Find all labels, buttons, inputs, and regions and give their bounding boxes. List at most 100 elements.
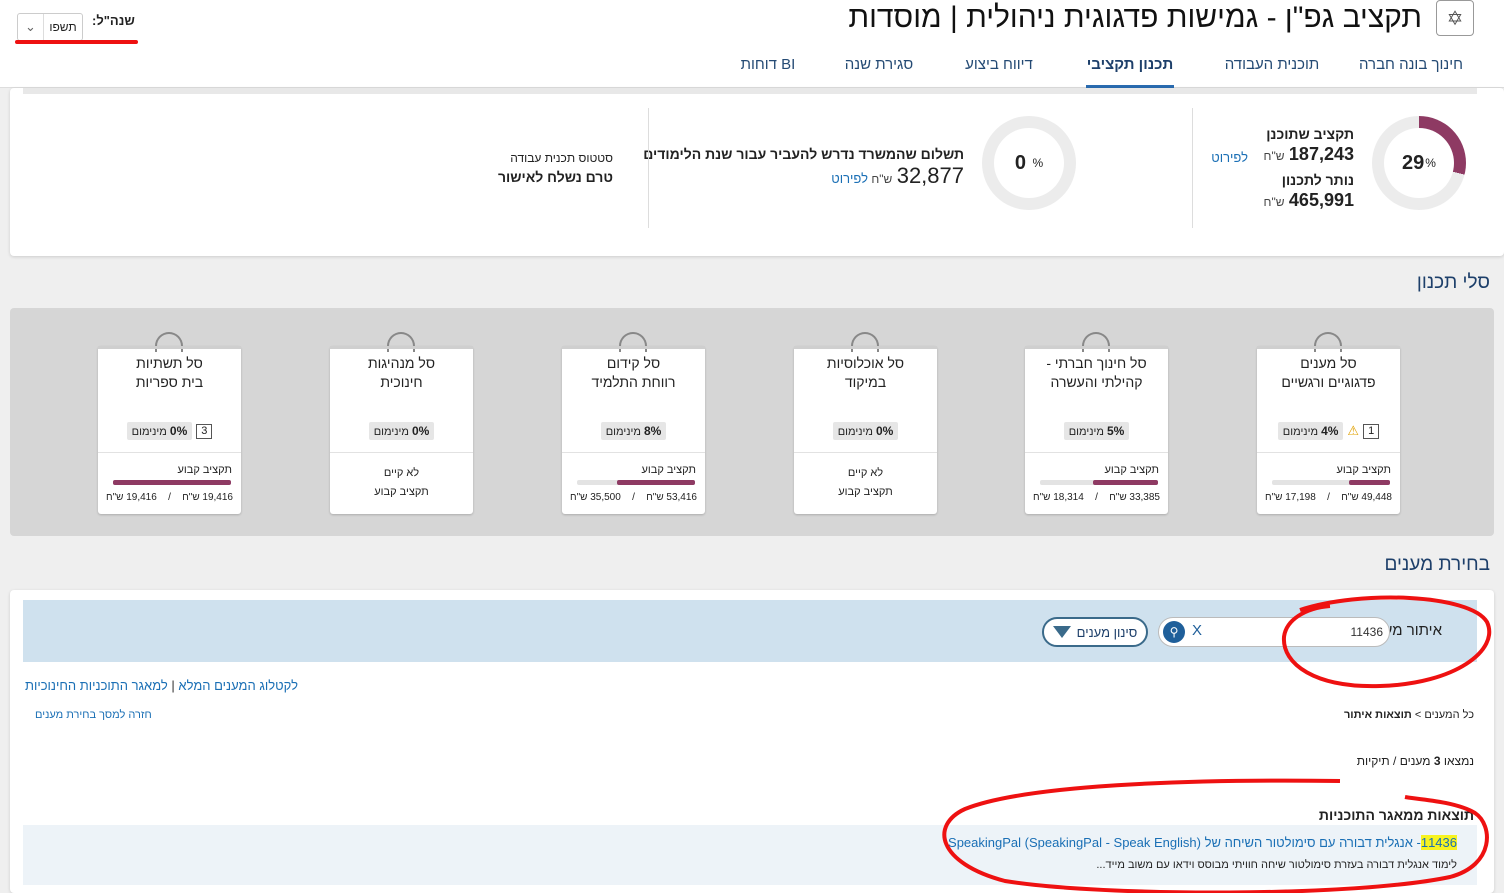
filter-label: סינון מענים [1076, 624, 1138, 640]
payment-details-link[interactable]: לפירוט [831, 170, 868, 188]
year-select[interactable]: ⌄ תשפו [17, 13, 83, 41]
not-exists-text: לא קיים תקציב קבוע [838, 467, 893, 498]
basket-card[interactable]: סל אוכלוסיות במיקוד 0% מינימום לא קיים תקציב… [794, 332, 937, 514]
result-id: 11436 [1420, 835, 1457, 850]
budget-progress-bar [113, 480, 231, 485]
tab-bi-reports[interactable]: דוחות BI [740, 50, 796, 88]
budget-amounts: 33,385 ש"ח/18,314 ש"ח [1033, 492, 1160, 503]
budget-percent: 29% [1384, 128, 1454, 198]
card-top-strip [98, 346, 241, 349]
tab-education-builds-society[interactable]: חינוך בונה חברה [1346, 50, 1476, 88]
card-top-strip [23, 88, 1477, 94]
planning-baskets: סל מענים פדגוגיים ורגשיים 4% מינימום ⚠ 1 תקצי… [10, 308, 1494, 536]
hanger-ring-icon [851, 332, 879, 352]
results-count: נמצאו 3 מענים / תיקיות [1356, 754, 1474, 768]
remaining-value-row: 465,991 ש"ח [1263, 190, 1354, 210]
hanger-ring-icon [1082, 332, 1110, 352]
budget-progress-bar [577, 480, 695, 485]
divider [1025, 452, 1168, 453]
status-value: טרם נשלח לאישור [497, 169, 613, 185]
year-label: שנה"ל: [92, 13, 135, 28]
catalog-links: לקטלוג המענים המלא | למאגר התוכניות החינ… [25, 678, 299, 693]
search-card: איתור מענה ⚲ X סינון מענים לקטלוג המענים… [10, 590, 1494, 893]
basket-name: סל חינוך חברתי - קהילתי והעשרה [1046, 355, 1147, 390]
planned-budget-label: תקציב שתוכנן [1266, 126, 1354, 142]
minimum-row: 0% מינימום [794, 422, 937, 440]
state-emblem-icon: ✡ [1436, 0, 1474, 36]
main-tabs: חינוך בונה חברה תוכנית העבודה תכנון תקצי… [740, 50, 1476, 88]
divider [562, 452, 705, 453]
budget-donut-chart: 29% [1372, 116, 1466, 210]
pool-link[interactable]: למאגר התוכניות החינוכיות [25, 678, 168, 693]
result-description: לימוד אנגלית דבורה בעזרת סימולטור שיחה ח… [1096, 859, 1457, 871]
payment-value-row: 32,877 ש"ח [871, 163, 964, 188]
clear-search-button[interactable]: X [1192, 622, 1202, 639]
basket-card[interactable]: סל מנהיגות חינוכית 0% מינימום לא קיים תקציב … [330, 332, 473, 514]
basket-name: סל מענים פדגוגיים ורגשיים [1281, 355, 1376, 390]
annotation-underline [15, 40, 138, 44]
minimum-row: 4% מינימום ⚠ 1 [1257, 422, 1400, 440]
minimum-badge: 0% מינימום [832, 422, 899, 440]
divider [330, 452, 473, 453]
tab-budget-planning[interactable]: תכנון תקציבי [1086, 50, 1174, 88]
minimum-row: 0% מינימום 3 [98, 422, 241, 440]
fixed-budget-label: תקציב קבוע [1336, 464, 1391, 476]
planned-details-link[interactable]: לפירוט [1211, 149, 1248, 167]
tab-year-closing[interactable]: סגירת שנה [844, 50, 914, 88]
minimum-row: 5% מינימום [1025, 422, 1168, 440]
payment-label: תשלום שהמשרד נדרש להעביר עבור שנת הלימוד… [643, 146, 964, 162]
page-title: תקציב גפ"ן - גמישות פדגוגית ניהולית | מו… [848, 1, 1422, 34]
planned-budget-value: 187,243 [1288, 144, 1354, 164]
results-heading: תוצאות ממאגר התוכניות [1318, 807, 1474, 823]
minimum-row: 8% מינימום [562, 422, 705, 440]
budget-amounts: 19,416 ש"ח/19,416 ש"ח [106, 492, 233, 503]
card-top-strip [562, 346, 705, 349]
breadcrumb-all[interactable]: כל המענים [1424, 709, 1474, 721]
payment-percent: 0 % [994, 128, 1064, 198]
fixed-budget-label: תקציב קבוע [177, 464, 232, 476]
hanger-ring-icon [1314, 332, 1342, 352]
minimum-badge: 0% מינימום [126, 422, 193, 440]
basket-card[interactable]: סל קידום רווחת התלמיד 8% מינימום תקציב קבוע… [562, 332, 705, 514]
payment-value: 32,877 [896, 163, 964, 188]
planned-budget-block: תקציב שתוכנן [1266, 126, 1354, 142]
payment-donut-chart: 0 % [982, 116, 1076, 210]
chevron-down-icon: ⌄ [18, 14, 44, 40]
card-top-strip [1025, 346, 1168, 349]
result-item[interactable]: 11436- אנגלית דבורה עם סימולטור השיחה של… [23, 825, 1477, 885]
search-box: ⚲ X [1158, 617, 1390, 647]
budget-summary-card: 29% תקציב שתוכנן 187,243 ש"ח לפירוט נותר… [10, 88, 1504, 256]
search-input[interactable] [1288, 621, 1383, 643]
hanger-ring-icon [155, 332, 183, 352]
basket-card[interactable]: סל תשתיות בית ספריות 0% מינימום 3 תקציב קבוע… [98, 332, 241, 514]
minimum-badge: 8% מינימום [600, 422, 667, 440]
remaining-label-block: נותר לתכנון [1282, 172, 1354, 188]
budget-amounts: 53,416 ש"ח/35,500 ש"ח [570, 492, 697, 503]
card-top-strip [330, 346, 473, 349]
budget-amounts: 49,448 ש"ח/17,198 ש"ח [1265, 492, 1392, 503]
basket-name: סל תשתיות בית ספריות [135, 355, 204, 390]
filter-responses-button[interactable]: סינון מענים [1042, 617, 1148, 647]
basket-name: סל קידום רווחת התלמיד [591, 355, 676, 390]
catalog-link[interactable]: לקטלוג המענים המלא [178, 678, 298, 693]
divider [1257, 452, 1400, 453]
basket-card[interactable]: סל מענים פדגוגיים ורגשיים 4% מינימום ⚠ 1 תקצי… [1257, 332, 1400, 514]
breadcrumb-current: תוצאות איתור [1343, 709, 1412, 721]
fixed-budget-label: תקציב קבוע [1104, 464, 1159, 476]
divider [794, 452, 937, 453]
basket-card[interactable]: סל חינוך חברתי - קהילתי והעשרה 5% מינימום ת… [1025, 332, 1168, 514]
items-count-badge[interactable]: 3 [196, 423, 213, 439]
divider [98, 452, 241, 453]
hanger-ring-icon [387, 332, 415, 352]
tab-work-plan[interactable]: תוכנית העבודה [1220, 50, 1324, 88]
back-to-selection-link[interactable]: חזרה למסך בחירת מענים [35, 709, 152, 721]
card-top-strip [794, 346, 937, 349]
app-header: ✡ תקציב גפ"ן - גמישות פדגוגית ניהולית | … [0, 0, 1504, 88]
tab-execution-report[interactable]: דיווח ביצוע [962, 50, 1036, 88]
year-value: תשפו [49, 20, 77, 34]
budget-progress-bar [1272, 480, 1390, 485]
items-count-badge[interactable]: 1 [1363, 423, 1380, 439]
status-label: סטטוס תכנית עבודה [510, 151, 613, 165]
result-title[interactable]: 11436- אנגלית דבורה עם סימולטור השיחה של… [948, 835, 1457, 850]
search-icon[interactable]: ⚲ [1163, 621, 1185, 643]
